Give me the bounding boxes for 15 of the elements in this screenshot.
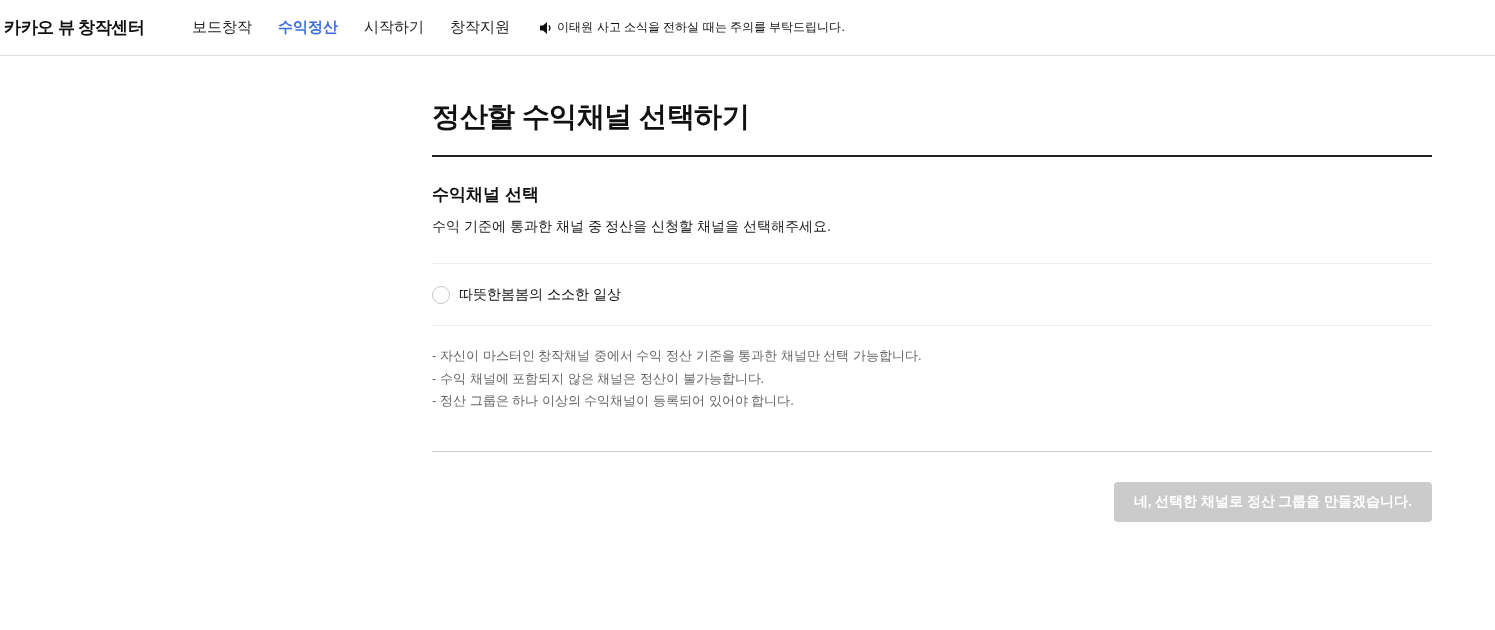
note-text: - 정산 그룹은 하나 이상의 수익채널이 등록되어 있어야 합니다.	[432, 392, 795, 410]
notice-text: 이태원 사고 소식을 전하실 때는 주의를 부탁드립니다.	[557, 19, 845, 36]
channel-name[interactable]: 따뜻한봄봄의 소소한 일상	[459, 285, 621, 304]
nav-link[interactable]: 보드창작	[192, 18, 253, 37]
note-text: - 수익 채널에 포함되지 않은 채널은 정산이 불가능합니다.	[432, 369, 766, 388]
nav-link[interactable]: 수익정산	[278, 18, 339, 37]
nav-link[interactable]: 시작하기	[364, 18, 425, 37]
nav-link[interactable]: 창작지원	[450, 18, 511, 37]
radio-button[interactable]	[432, 285, 450, 304]
section-title: 수익채널 선택	[432, 184, 540, 206]
section-description: 수익 기준에 통과한 채널 중 정산을 신청할 채널을 선택해주세요.	[432, 217, 832, 236]
note-text: - 자신이 마스터인 창작채널 중에서 수익 정산 기준을 통과한 채널만 선택 가능합니다.	[432, 347, 923, 365]
page-title: 정산할 수익채널 선택하기	[432, 100, 751, 134]
site-logo[interactable]: 카카오 뷰 창작센터	[4, 16, 145, 39]
speaker-icon	[540, 21, 554, 34]
